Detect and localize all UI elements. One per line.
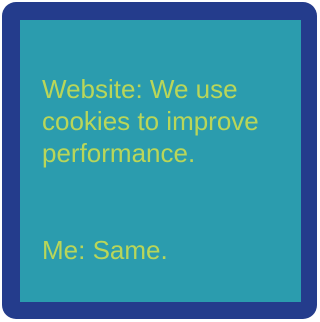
me-reply: Me: Same. xyxy=(42,235,168,265)
website-quote: Website: We use cookies to improve perfo… xyxy=(42,74,259,168)
card-frame: Website: We use cookies to improve perfo… xyxy=(2,2,317,319)
card-panel: Website: We use cookies to improve perfo… xyxy=(20,20,301,302)
